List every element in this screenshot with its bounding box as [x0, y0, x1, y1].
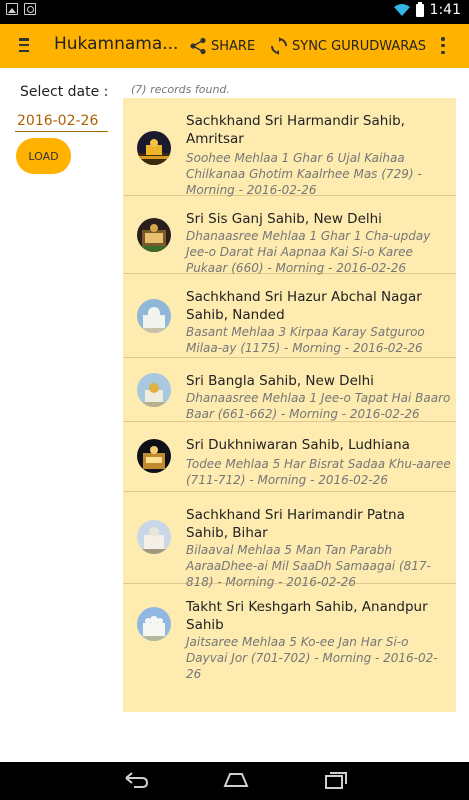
item-subtitle: Soohee Mehlaa 1 Ghar 6 Ujal Kaihaa Chilk… [186, 151, 422, 197]
gurudwara-thumbnail [137, 131, 171, 165]
gurudwara-thumbnail [137, 607, 171, 641]
item-subtitle: Dhanaasree Mehlaa 1 Ghar 1 Cha-upday Jee… [186, 229, 431, 275]
system-nav-bar [0, 762, 469, 800]
sync-icon [271, 37, 287, 55]
back-icon[interactable] [120, 770, 150, 790]
records-count: (7) records found. [131, 83, 230, 96]
drawer-menu-icon[interactable] [19, 38, 29, 52]
app-bar: Hukamnama... SHARE SYNC GURUDWARAS [0, 24, 469, 68]
date-input[interactable] [15, 110, 108, 132]
list-item[interactable]: Sri Sis Ganj Sahib, New Delhi Dhanaasree… [123, 196, 456, 275]
list-item[interactable]: Sachkhand Sri Harmandir Sahib, Amritsar … [123, 98, 456, 197]
item-subtitle: Bilaaval Mehlaa 5 Man Tan Parabh AaraaDh… [186, 543, 431, 589]
sync-label: SYNC GURUDWARAS [292, 38, 426, 54]
share-label: SHARE [211, 38, 256, 54]
status-time: 1:41 [429, 2, 461, 18]
item-title: Sri Bangla Sahib, New Delhi [186, 373, 374, 389]
list-item[interactable]: Sri Dukhniwaran Sahib, Ludhiana Todee Me… [123, 422, 456, 492]
item-subtitle: Todee Mehlaa 5 Har Bisrat Sadaa Khu-aare… [186, 457, 451, 487]
overflow-menu-icon[interactable] [441, 37, 445, 54]
recent-apps-icon[interactable] [323, 770, 349, 790]
notification-icons [6, 3, 36, 15]
item-title: Sri Sis Ganj Sahib, New Delhi [186, 211, 382, 227]
list-item[interactable]: Sachkhand Sri Hazur Abchal Nagar Sahib, … [123, 274, 456, 358]
share-icon [190, 37, 206, 55]
home-icon[interactable] [223, 770, 249, 790]
item-subtitle: Jaitsaree Mehlaa 5 Ko-ee Jan Har Si-o Da… [186, 635, 438, 681]
item-title: Sachkhand Sri Harmandir Sahib, Amritsar [186, 113, 405, 147]
load-button[interactable]: LOAD [16, 138, 71, 174]
list-item[interactable]: Sachkhand Sri Harimandir Patna Sahib, Bi… [123, 492, 456, 589]
gallery-notification-icon [6, 3, 18, 15]
date-label: Select date : [20, 84, 109, 100]
share-button[interactable]: SHARE [189, 32, 255, 60]
item-subtitle: Dhanaasree Mehlaa 1 Jee-o Tapat Hai Baar… [186, 391, 451, 421]
status-bar: 1:41 [0, 0, 469, 24]
gurudwara-thumbnail [137, 373, 171, 407]
gurudwara-thumbnail [137, 439, 171, 473]
gurudwara-thumbnail [137, 520, 171, 554]
item-title: Takht Sri Keshgarh Sahib, Anandpur Sahib [186, 599, 428, 633]
item-title: Sri Dukhniwaran Sahib, Ludhiana [186, 437, 410, 453]
wifi-icon [393, 4, 410, 16]
gurudwara-thumbnail [137, 299, 171, 333]
list-item[interactable]: Sri Bangla Sahib, New Delhi Dhanaasree M… [123, 358, 456, 422]
gurudwara-list: Sachkhand Sri Harmandir Sahib, Amritsar … [123, 98, 456, 712]
item-title: Sachkhand Sri Harimandir Patna Sahib, Bi… [186, 507, 405, 541]
item-subtitle: Basant Mehlaa 3 Kirpaa Karay Satguroo Mi… [186, 325, 425, 355]
battery-icon [415, 1, 424, 17]
item-title: Sachkhand Sri Hazur Abchal Nagar Sahib, … [186, 289, 422, 323]
sync-gurudwaras-button[interactable]: SYNC GURUDWARAS [270, 32, 426, 60]
app-title: Hukamnama... [54, 34, 179, 54]
list-item[interactable]: Takht Sri Keshgarh Sahib, Anandpur Sahib… [123, 584, 456, 681]
gurudwara-thumbnail [137, 218, 171, 252]
store-notification-icon [24, 3, 36, 15]
